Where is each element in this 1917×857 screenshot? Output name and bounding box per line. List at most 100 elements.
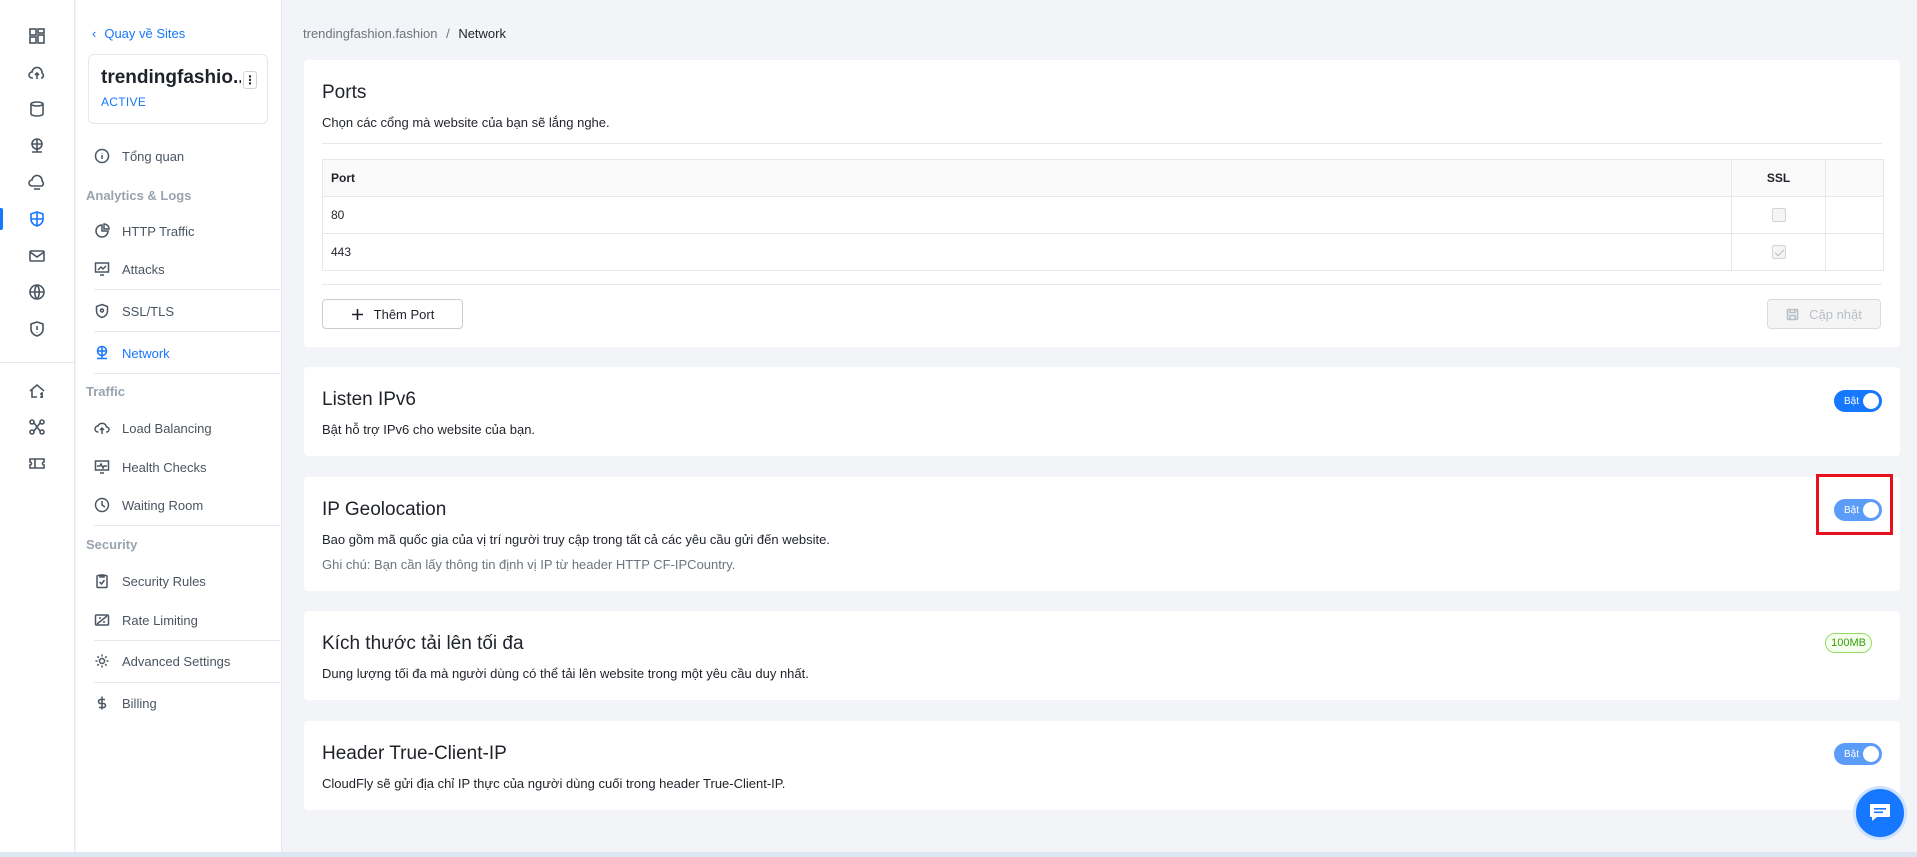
nav-group-analytics: Analytics & Logs [86,188,192,203]
sidebar-item-overview[interactable]: Tổng quan [94,144,274,168]
table-row: 80 [322,196,1884,234]
upload-title: Kích thước tải lên tối đa [322,633,524,654]
site-name: trendingfashio... [101,67,241,88]
sidebar-item-label: SSL/TLS [122,303,175,319]
ipv6-description: Bật hỗ trợ IPv6 cho website của bạn. [322,422,536,437]
sidebar: ‹ Quay về Sites trendingfashio... ⋮ ACTI… [76,0,282,857]
geolocation-note: Ghi chú: Bạn cần lấy thông tin định vị I… [322,557,736,572]
divider [322,143,1882,144]
sidebar-item-label: Security Rules [122,573,206,589]
sidebar-item-advanced-settings[interactable]: Advanced Settings [94,649,274,673]
clipboard-check-icon [96,574,108,589]
cloud-upload-icon [94,422,110,434]
www-icon[interactable] [26,281,48,303]
sidebar-item-label: Rate Limiting [122,612,198,628]
breadcrumb-separator: / [446,26,450,41]
highlight-box [1816,474,1893,535]
shield-icon[interactable] [26,318,48,340]
ipv6-card: Listen IPv6 Bật hỗ trợ IPv6 cho website … [304,367,1900,456]
breadcrumb: trendingfashion.fashion / Network [303,26,506,41]
bottom-bar [0,852,1917,857]
icon-rail [0,0,75,857]
port-value: 80 [322,196,1732,234]
add-port-button[interactable]: Thêm Port [322,299,463,329]
sidebar-item-security-rules[interactable]: Security Rules [94,569,274,593]
nav-divider [94,525,280,526]
network-icon[interactable] [26,135,48,157]
nav-divider [94,373,280,374]
sidebar-item-label: Billing [122,695,157,711]
sidebar-item-waiting-room[interactable]: Waiting Room [94,493,274,517]
ports-description: Chọn các cổng mà website của bạn sẽ lắng… [322,115,610,130]
col-ssl-header: SSL [1731,159,1826,197]
ssl-checkbox[interactable] [1771,208,1786,223]
sidebar-item-billing[interactable]: Billing [94,691,274,715]
sidebar-item-health-checks[interactable]: Health Checks [94,455,274,479]
site-card: trendingfashio... ⋮ ACTIVE [88,54,268,124]
sidebar-item-label: Health Checks [122,459,207,475]
true-client-ip-toggle[interactable]: Bật [1834,743,1882,765]
speed-limit-icon [94,614,110,626]
back-label: Quay về Sites [104,26,186,41]
ticket-icon[interactable] [26,452,48,474]
cloud-upload-icon[interactable] [26,62,48,84]
sidebar-item-network[interactable]: Network [94,341,274,365]
dollar-icon [97,696,107,710]
chat-icon [1870,804,1890,821]
shield-globe-icon[interactable] [26,208,48,230]
more-vertical-icon[interactable]: ⋮ [243,71,257,89]
add-port-label: Thêm Port [373,306,435,322]
back-to-sites-link[interactable]: ‹ Quay về Sites [92,26,185,41]
info-icon [94,148,110,164]
sidebar-item-rate-limiting[interactable]: Rate Limiting [94,608,274,632]
true-client-ip-description: CloudFly sẽ gửi địa chỉ IP thực của ngườ… [322,776,786,791]
ports-table: Port SSL 80 443 [322,159,1884,271]
update-button[interactable]: Cập nhật [1767,299,1881,329]
sidebar-item-attacks[interactable]: Attacks [94,257,274,281]
nav-group-traffic: Traffic [86,384,126,399]
chevron-left-icon: ‹ [92,26,97,41]
mail-icon[interactable] [26,245,48,267]
chat-button[interactable] [1853,786,1907,840]
upload-size-tag: 100MB [1825,633,1872,653]
table-row: 443 [322,233,1884,271]
geolocation-card: IP Geolocation Bao gồm mã quốc gia của v… [304,477,1900,591]
update-label: Cập nhật [1809,306,1862,322]
home-dollar-icon[interactable] [26,380,48,402]
table-header-row: Port SSL [322,159,1884,197]
active-indicator [0,208,3,230]
sidebar-item-ssl-tls[interactable]: SSL/TLS [94,299,274,323]
col-actions-header [1825,159,1884,197]
rail-divider [0,362,75,363]
sidebar-item-label: Tổng quan [122,148,185,164]
plus-icon [351,308,363,320]
nav-group-security: Security [86,537,138,552]
dashboard-icon[interactable] [26,25,48,47]
save-icon [1786,308,1799,320]
ports-card: Ports Chọn các cổng mà website của bạn s… [304,60,1900,347]
toggle-label: Bật [1844,395,1860,407]
gear-icon [95,654,109,668]
col-port-header: Port [322,159,1732,197]
pie-chart-icon [95,223,110,238]
ipv6-toggle[interactable]: Bật [1834,390,1882,412]
ipv6-title: Listen IPv6 [322,389,416,410]
toggle-label: Bật [1844,748,1860,760]
nodes-icon[interactable] [26,416,48,438]
cloud-icon[interactable] [26,172,48,194]
sidebar-item-load-balancing[interactable]: Load Balancing [94,416,274,440]
nav-divider [94,289,280,290]
network-icon [96,345,108,360]
clock-icon [94,497,110,513]
sidebar-item-http-traffic[interactable]: HTTP Traffic [94,219,274,243]
breadcrumb-site[interactable]: trendingfashion.fashion [303,26,437,41]
toggle-knob [1863,746,1879,762]
site-status-badge: ACTIVE [101,95,147,109]
ssl-checkbox[interactable] [1771,245,1786,260]
actions-cell [1825,196,1884,234]
ssl-cell [1731,196,1826,234]
database-icon[interactable] [26,98,48,120]
monitor-heartbeat-icon [94,460,110,474]
sidebar-item-label: Waiting Room [122,497,204,513]
breadcrumb-current: Network [458,26,506,41]
